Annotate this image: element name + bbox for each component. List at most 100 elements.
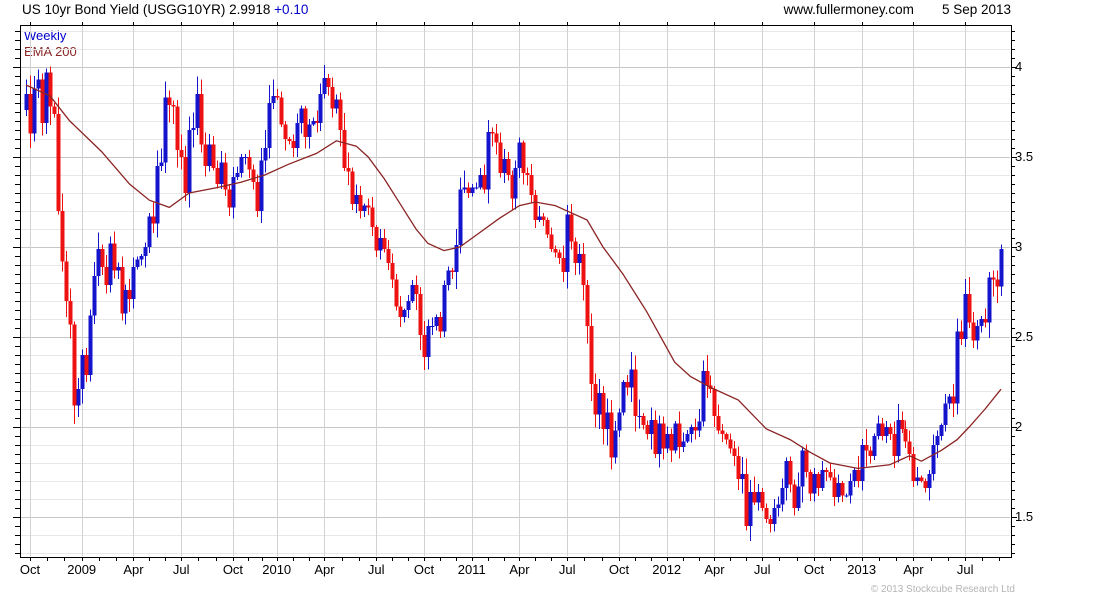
candle <box>931 445 936 474</box>
candle <box>649 419 654 435</box>
y-axis-label: 2.5 <box>1015 329 1034 344</box>
candle <box>991 277 996 280</box>
candle <box>892 434 897 456</box>
candle <box>68 301 73 325</box>
candle <box>203 144 208 166</box>
candle <box>438 317 443 332</box>
candle <box>283 124 288 139</box>
x-axis-label: Jul <box>558 562 576 577</box>
candle <box>394 279 399 307</box>
candle <box>537 216 542 220</box>
candle <box>653 419 658 454</box>
y-axis-label: 1.5 <box>1015 509 1034 524</box>
candle <box>919 477 924 481</box>
candle <box>525 173 530 175</box>
candle <box>362 205 367 211</box>
candle <box>171 104 176 107</box>
candle <box>386 248 391 264</box>
candle <box>712 389 717 417</box>
candle <box>322 77 327 94</box>
candle <box>884 427 889 436</box>
candle <box>307 124 312 138</box>
candle <box>40 79 45 123</box>
candle <box>390 263 395 280</box>
candle <box>219 162 224 184</box>
candle <box>235 173 240 177</box>
candle <box>88 315 93 375</box>
candle <box>143 247 148 256</box>
candle <box>382 238 387 249</box>
candle <box>665 434 670 449</box>
candle <box>605 412 610 429</box>
candle <box>820 470 825 489</box>
candle <box>732 448 737 456</box>
candle <box>955 331 960 404</box>
candle <box>573 241 578 264</box>
candle <box>669 434 674 451</box>
candle <box>693 427 698 431</box>
candle <box>689 427 694 435</box>
candle <box>641 416 646 426</box>
candle <box>959 331 964 339</box>
candle <box>123 290 128 314</box>
candle <box>764 508 769 519</box>
candle <box>199 94 204 145</box>
candle <box>979 319 984 327</box>
candle <box>139 256 144 260</box>
candle <box>318 94 323 123</box>
x-axis-label: 2010 <box>262 562 292 577</box>
candle <box>482 175 487 190</box>
candle <box>888 427 893 435</box>
x-axis-label: Jul <box>956 562 974 577</box>
candle <box>64 261 69 301</box>
x-axis-label: Jul <box>172 562 190 577</box>
candle <box>593 383 598 415</box>
candle <box>677 423 682 447</box>
candle <box>856 470 861 481</box>
candle <box>705 371 710 386</box>
candle <box>239 157 244 174</box>
candle <box>621 382 626 413</box>
candle <box>442 284 447 332</box>
x-axis-label: Apr <box>704 562 725 577</box>
candle <box>728 439 733 449</box>
candle <box>506 158 511 175</box>
candle <box>585 284 590 327</box>
candle <box>56 113 61 211</box>
candle <box>478 175 483 188</box>
candle <box>60 211 65 262</box>
candle <box>287 139 292 141</box>
candle <box>681 441 686 447</box>
candle <box>116 266 121 271</box>
candle <box>191 128 196 130</box>
candle <box>104 266 109 285</box>
candle <box>350 171 355 204</box>
candle <box>227 189 232 208</box>
candle <box>947 396 952 404</box>
candle <box>378 238 383 251</box>
candle <box>844 495 849 497</box>
candle <box>661 423 666 449</box>
candle <box>247 157 252 170</box>
candle <box>943 403 948 426</box>
x-axis-label: 2012 <box>652 562 682 577</box>
candle <box>716 416 721 431</box>
candle <box>915 477 920 481</box>
candle <box>342 130 347 168</box>
candle <box>760 491 765 508</box>
candle <box>868 450 873 456</box>
x-axis-label: Oct <box>19 562 41 577</box>
candle <box>657 423 662 454</box>
candle <box>963 293 968 339</box>
candle <box>410 284 415 301</box>
candle <box>24 94 29 111</box>
x-axis-label: Oct <box>608 562 630 577</box>
candle <box>354 194 359 204</box>
candle <box>291 140 296 148</box>
candle <box>748 491 753 526</box>
candle <box>756 491 761 503</box>
candle <box>76 389 81 406</box>
candle <box>434 317 439 327</box>
candle <box>211 144 216 168</box>
candle <box>736 455 741 480</box>
